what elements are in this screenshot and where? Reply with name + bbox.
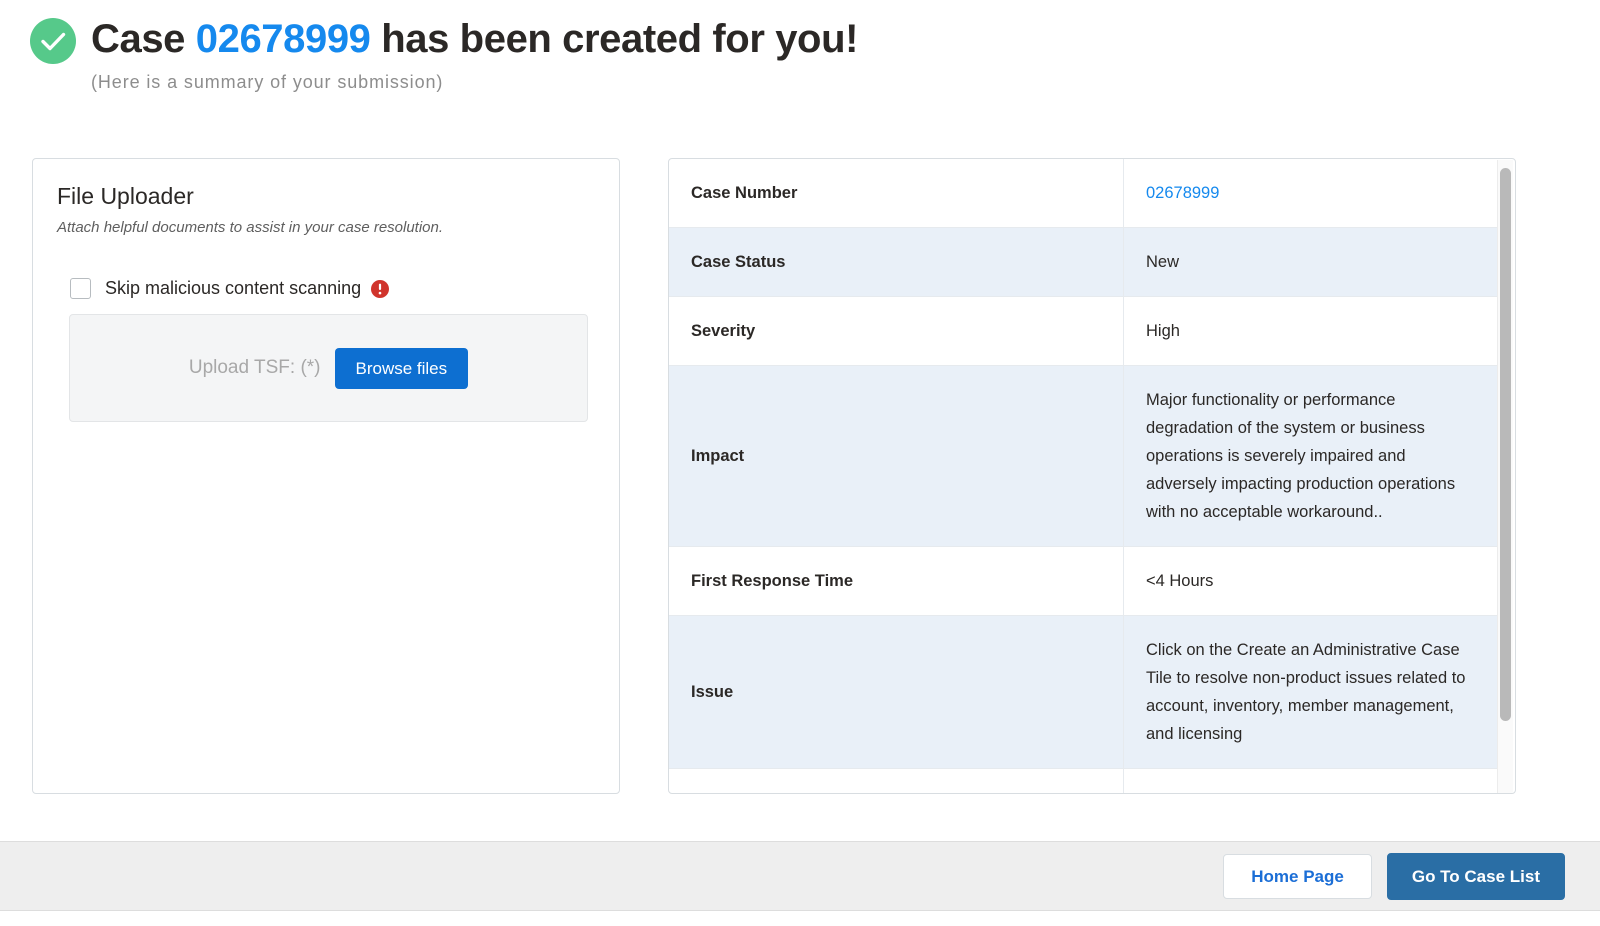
scrollbar-thumb[interactable] <box>1500 168 1511 721</box>
row-label: Impact <box>669 366 1124 547</box>
row-value: Major functionality or performance degra… <box>1124 366 1498 547</box>
row-label: First Response Time <box>669 547 1124 616</box>
upload-dropzone[interactable]: Upload TSF: (*) Browse files <box>69 314 588 422</box>
page-title-suffix: has been created for you! <box>371 17 859 61</box>
table-row: First Response Time<4 Hours <box>669 547 1497 616</box>
page-subtitle: (Here is a summary of your submission) <box>91 70 858 94</box>
table-row: Case Number 02678999 <box>669 159 1497 228</box>
browse-files-button[interactable]: Browse files <box>335 348 469 389</box>
row-value[interactable]: 02678999 <box>1124 159 1498 228</box>
row-value: Cloud NGFW for AWS <box>1124 769 1498 794</box>
case-summary-panel: Case Number 02678999 Case StatusNewSeverit… <box>668 158 1516 794</box>
row-value: New <box>1124 228 1498 297</box>
success-check-icon <box>30 18 76 64</box>
error-circle-icon[interactable] <box>371 280 389 298</box>
file-uploader-subtitle: Attach helpful documents to assist in yo… <box>57 219 619 236</box>
case-summary-table: Case Number 02678999 Case StatusNewSeverit… <box>669 159 1497 793</box>
upload-dropzone-label: Upload TSF: (*) <box>189 357 321 379</box>
page-title-prefix: Case <box>91 17 196 61</box>
row-label: Issue <box>669 616 1124 769</box>
vertical-scrollbar[interactable] <box>1497 160 1513 794</box>
skip-scanning-checkbox[interactable] <box>70 278 91 299</box>
case-summary-table-body: Case Number 02678999 Case StatusNewSeverit… <box>669 159 1497 793</box>
table-row: IssueClick on the Create an Administrati… <box>669 616 1497 769</box>
skip-scanning-row[interactable]: Skip malicious content scanning <box>70 278 619 299</box>
row-label: Case Number <box>669 159 1124 228</box>
file-uploader-panel: File Uploader Attach helpful documents t… <box>32 158 620 794</box>
case-number-link[interactable]: 02678999 <box>1146 184 1219 202</box>
table-row: ImpactMajor functionality or performance… <box>669 366 1497 547</box>
case-summary-scroll-area: Case Number 02678999 Case StatusNewSeverit… <box>669 159 1497 793</box>
success-banner: Case 02678999 has been created for you! … <box>0 0 1600 94</box>
table-row: SeverityHigh <box>669 297 1497 366</box>
action-footer: Home Page Go To Case List <box>0 841 1600 911</box>
home-page-button[interactable]: Home Page <box>1223 854 1372 899</box>
page-title-case-number: 02678999 <box>196 17 371 61</box>
page-title: Case 02678999 has been created for you! <box>91 10 858 68</box>
row-value: Click on the Create an Administrative Ca… <box>1124 616 1498 769</box>
row-value: <4 Hours <box>1124 547 1498 616</box>
file-uploader-title: File Uploader <box>57 183 619 210</box>
row-label: Severity <box>669 297 1124 366</box>
skip-scanning-label: Skip malicious content scanning <box>105 278 361 299</box>
row-label: Product <box>669 769 1124 794</box>
go-to-case-list-button[interactable]: Go To Case List <box>1387 853 1565 900</box>
table-row: ProductCloud NGFW for AWS <box>669 769 1497 794</box>
row-label: Case Status <box>669 228 1124 297</box>
table-row: Case StatusNew <box>669 228 1497 297</box>
row-value: High <box>1124 297 1498 366</box>
